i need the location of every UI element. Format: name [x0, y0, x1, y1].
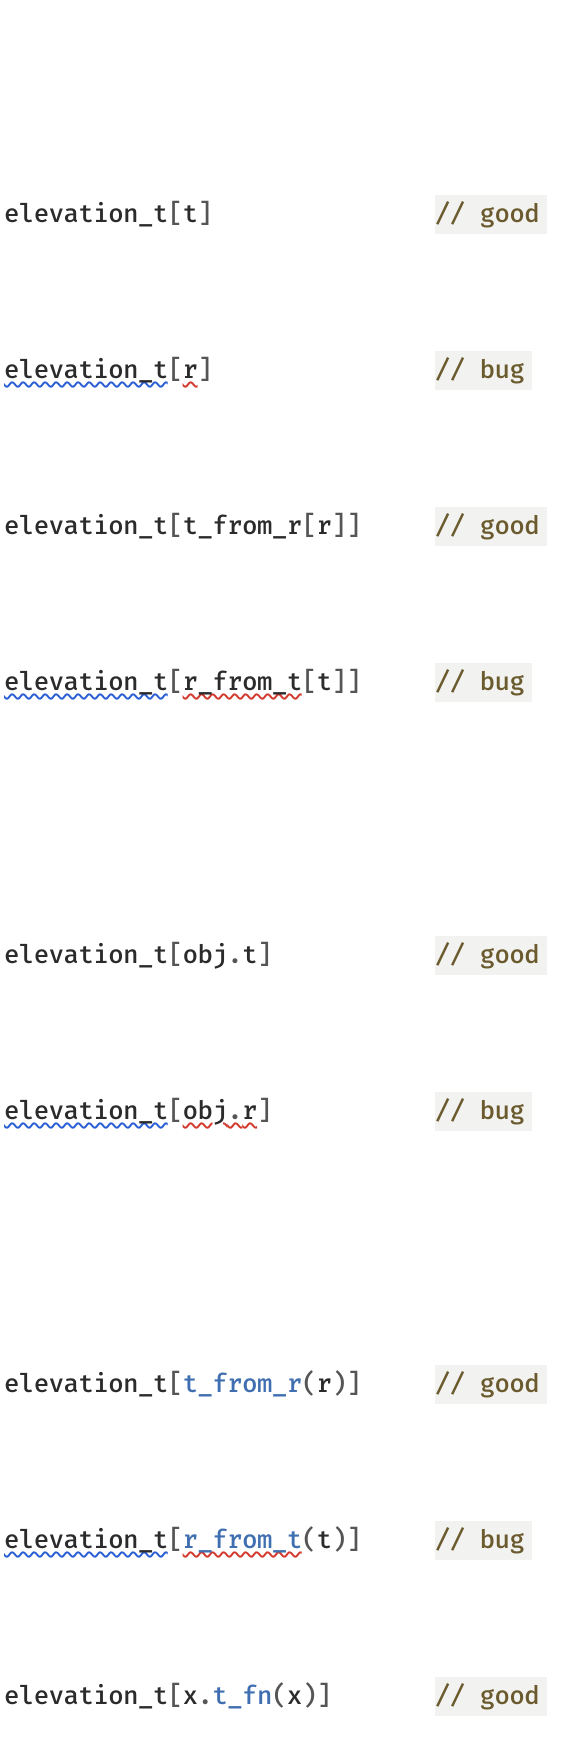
blank-line	[0, 780, 562, 819]
comment-bug: // bug	[435, 663, 532, 702]
code-line: elevation_t[obj.r] // bug	[0, 1092, 562, 1131]
code-line: elevation_t[x.t_fn(x)] // good	[0, 1677, 562, 1716]
comment-bug: // bug	[435, 1092, 532, 1131]
blank-line	[0, 1209, 562, 1248]
code-text: elevation_t[obj.r]	[4, 1092, 272, 1131]
comment-bug: // bug	[435, 1521, 532, 1560]
code-text: elevation_t[r_from_t[t]]	[4, 663, 361, 702]
code-line: elevation_t[t] // good	[0, 195, 562, 234]
code-line: elevation_t[t_from_r(r)] // good	[0, 1365, 562, 1404]
code-line: elevation_t[r] // bug	[0, 351, 562, 390]
code-text: elevation_t[obj.t]	[4, 936, 272, 975]
comment-good: // good	[435, 507, 547, 546]
code-line: elevation_t[obj.t] // good	[0, 936, 562, 975]
code-line: elevation_t[r_from_t(t)] // bug	[0, 1521, 562, 1560]
code-text: elevation_t[t]	[4, 195, 212, 234]
comment-bug: // bug	[435, 351, 532, 390]
code-line: elevation_t[r_from_t[t]] // bug	[0, 663, 562, 702]
code-text: elevation_t[x.t_fn(x)]	[4, 1677, 332, 1716]
code-text: elevation_t[t_from_r[r]]	[4, 507, 361, 546]
comment-good: // good	[435, 936, 547, 975]
code-text: elevation_t[t_from_r(r)]	[4, 1365, 361, 1404]
comment-good: // good	[435, 195, 547, 234]
code-line: elevation_t[t_from_r[r]] // good	[0, 507, 562, 546]
comment-good: // good	[435, 1677, 547, 1716]
code-text: elevation_t[r]	[4, 351, 212, 390]
comment-good: // good	[435, 1365, 547, 1404]
code-text: elevation_t[r_from_t(t)]	[4, 1521, 361, 1560]
